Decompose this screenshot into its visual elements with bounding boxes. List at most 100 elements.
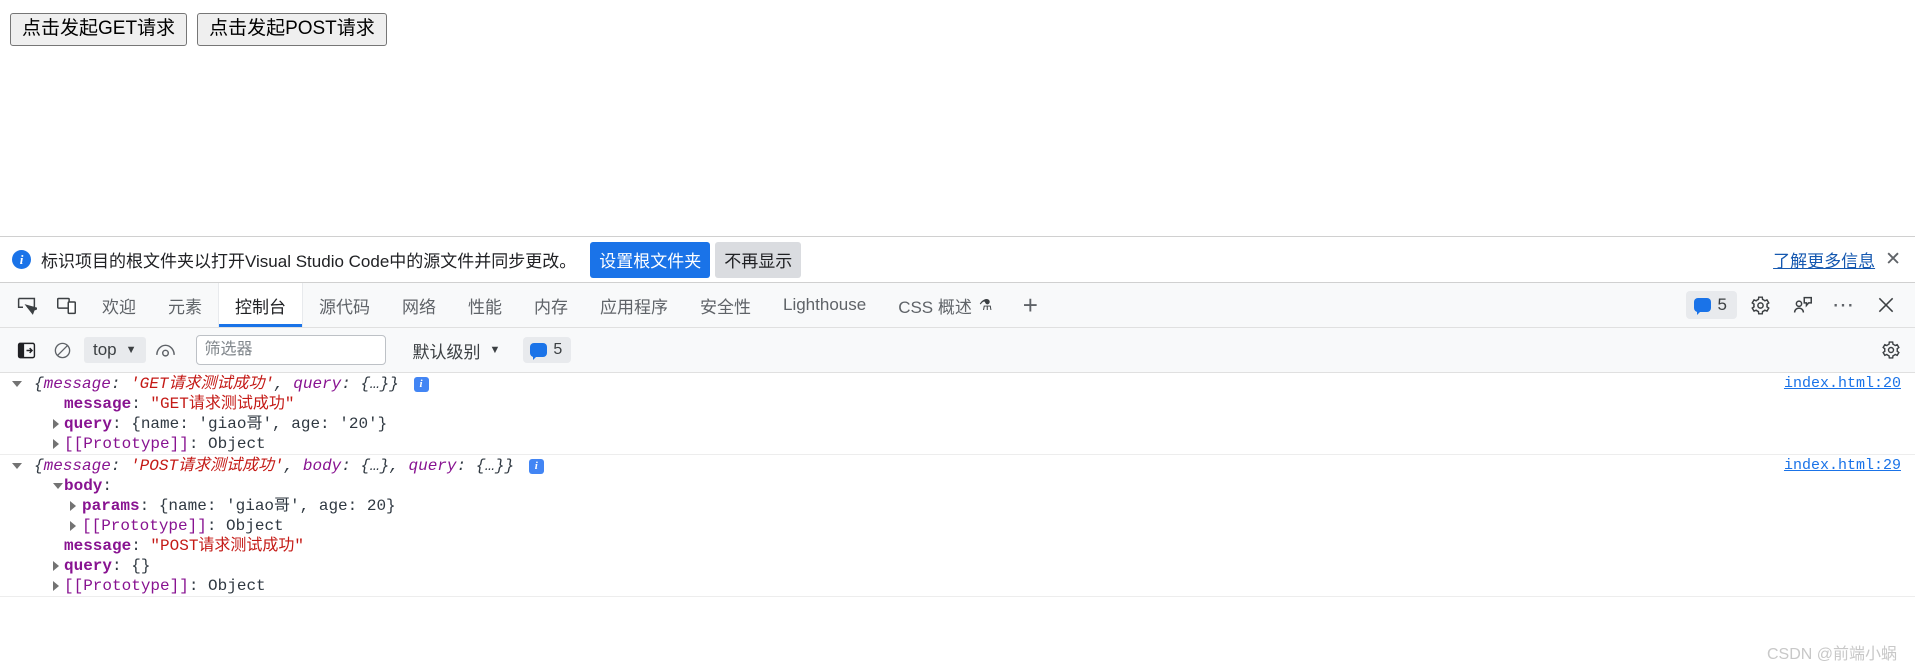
property-key: message <box>64 395 132 413</box>
property-value: Object <box>208 577 266 595</box>
more-options-icon[interactable]: ⋯ <box>1825 286 1863 324</box>
tab-application[interactable]: 应用程序 <box>584 283 684 327</box>
expand-arrow-icon[interactable] <box>53 581 59 591</box>
log-property-row[interactable]: query: {} <box>0 556 1915 576</box>
add-panel-icon[interactable]: + <box>1008 283 1052 327</box>
log-property-row: message: "GET请求测试成功" <box>64 395 295 413</box>
expand-arrow-icon[interactable] <box>70 521 76 531</box>
property-value: {name: 'giao哥', age: '20'} <box>131 415 388 433</box>
source-link[interactable]: index.html:29 <box>1784 456 1901 476</box>
obj-value: {…} <box>360 457 390 475</box>
console-log-group: {message: 'GET请求测试成功', query: {…}} i ind… <box>0 373 1915 455</box>
tab-lighthouse[interactable]: Lighthouse <box>767 283 882 327</box>
log-property-row[interactable]: [[Prototype]]: Object <box>0 516 1915 536</box>
expand-arrow-icon[interactable] <box>12 462 22 469</box>
inspect-element-icon[interactable] <box>6 283 46 327</box>
tab-performance[interactable]: 性能 <box>452 283 518 327</box>
post-request-button[interactable]: 点击发起POST请求 <box>197 13 387 46</box>
property-key: message <box>64 537 132 555</box>
filter-input[interactable] <box>195 335 386 365</box>
log-group-header[interactable]: {message: 'POST请求测试成功', body: {…}, query… <box>0 455 1915 476</box>
obj-open-brace: { <box>34 457 44 475</box>
devtools-tabbar: 欢迎 元素 控制台 源代码 网络 性能 内存 应用程序 安全性 Lighthou… <box>0 283 1915 328</box>
expand-arrow-icon[interactable] <box>12 380 22 387</box>
execution-context-value: top <box>93 340 117 359</box>
log-property-row[interactable]: query: {name: 'giao哥', age: '20'} <box>0 414 1915 434</box>
source-link[interactable]: index.html:20 <box>1784 374 1901 394</box>
property-value: Object <box>208 435 266 453</box>
message-count: 5 <box>1717 295 1727 314</box>
tab-label: 内存 <box>534 297 568 317</box>
tab-security[interactable]: 安全性 <box>684 283 767 327</box>
watermark: CSDN @前端小蜗 <box>1766 646 1897 663</box>
log-level-selector[interactable]: 默认级别 ▼ <box>408 335 506 366</box>
console-log-area[interactable]: {message: 'GET请求测试成功', query: {…}} i ind… <box>0 373 1915 672</box>
tab-css-overview[interactable]: CSS 概述 ⚗ <box>882 283 1008 327</box>
dont-show-again-button[interactable]: 不再显示 <box>715 241 802 278</box>
tab-welcome[interactable]: 欢迎 <box>86 283 152 327</box>
log-group-header[interactable]: {message: 'GET请求测试成功', query: {…}} i ind… <box>0 373 1915 394</box>
chevron-down-icon: ▼ <box>125 344 137 356</box>
info-badge-icon: i <box>413 377 429 392</box>
set-root-folder-button[interactable]: 设置根文件夹 <box>590 241 711 278</box>
obj-key: body <box>302 457 342 475</box>
tab-label: 控制台 <box>235 297 286 317</box>
tab-memory[interactable]: 内存 <box>518 283 584 327</box>
live-expression-icon[interactable] <box>150 335 182 365</box>
console-issues-badge[interactable]: 5 <box>523 337 572 363</box>
obj-close-brace: } <box>389 375 399 393</box>
tab-network[interactable]: 网络 <box>386 283 452 327</box>
property-key: query <box>64 557 113 575</box>
message-bubble-icon <box>1693 298 1711 315</box>
tab-label: CSS 概述 <box>898 297 972 317</box>
gear-icon[interactable] <box>1741 286 1779 324</box>
chevron-down-icon: ▼ <box>489 344 501 356</box>
expand-arrow-icon[interactable] <box>53 561 59 571</box>
expand-arrow-icon[interactable] <box>53 483 63 489</box>
device-toolbar-icon[interactable] <box>46 283 86 327</box>
property-value: {} <box>131 557 151 575</box>
property-value: Object <box>226 517 284 535</box>
tab-console[interactable]: 控制台 <box>218 283 303 327</box>
obj-key: query <box>293 375 342 393</box>
request-buttons-row: 点击发起GET请求 点击发起POST请求 <box>10 13 1905 46</box>
obj-value: {…} <box>475 457 505 475</box>
property-key: [[Prototype]] <box>64 435 189 453</box>
close-icon[interactable]: ✕ <box>1885 250 1901 269</box>
console-sidebar-icon[interactable] <box>10 335 42 365</box>
expand-arrow-icon[interactable] <box>53 439 59 449</box>
workspace-info-bar: i 标识项目的根文件夹以打开Visual Studio Code中的源文件并同步… <box>0 236 1915 283</box>
tab-elements[interactable]: 元素 <box>152 283 218 327</box>
info-bar-message: 标识项目的根文件夹以打开Visual Studio Code中的源文件并同步更改… <box>41 252 577 271</box>
tab-label: 网络 <box>402 297 436 317</box>
console-settings-icon[interactable] <box>1875 335 1907 365</box>
flask-icon: ⚗ <box>978 297 993 314</box>
log-property-row[interactable]: body: <box>0 476 1915 496</box>
obj-value: 'POST请求测试成功' <box>130 457 284 475</box>
info-badge-icon: i <box>528 459 544 474</box>
tab-label: 性能 <box>468 297 502 317</box>
log-property-row[interactable]: [[Prototype]]: Object <box>0 434 1915 454</box>
tab-sources[interactable]: 源代码 <box>303 283 386 327</box>
obj-value: 'GET请求测试成功' <box>130 375 275 393</box>
log-level-value: 默认级别 <box>412 342 481 362</box>
close-devtools-icon[interactable] <box>1867 286 1905 324</box>
expand-arrow-icon[interactable] <box>70 501 76 511</box>
log-property-row[interactable]: [[Prototype]]: Object <box>0 576 1915 596</box>
clear-console-icon[interactable] <box>46 335 78 365</box>
learn-more-link[interactable]: 了解更多信息 <box>1773 247 1875 272</box>
log-property-row: message: "POST请求测试成功" <box>64 537 305 555</box>
execution-context-selector[interactable]: top ▼ <box>84 337 146 363</box>
message-bubble-icon <box>530 343 548 360</box>
console-messages-badge[interactable]: 5 <box>1685 291 1737 319</box>
log-property-row[interactable]: params: {name: 'giao哥', age: 20} <box>0 496 1915 516</box>
feedback-person-icon[interactable] <box>1783 286 1821 324</box>
console-log-group: {message: 'POST请求测试成功', body: {…}, query… <box>0 455 1915 597</box>
obj-key: query <box>408 457 457 475</box>
tab-label: 应用程序 <box>600 297 668 317</box>
issues-count: 5 <box>553 341 563 358</box>
get-request-button[interactable]: 点击发起GET请求 <box>10 13 188 46</box>
expand-arrow-icon[interactable] <box>53 419 59 429</box>
tab-label: 元素 <box>168 297 202 317</box>
obj-close-brace: } <box>504 457 515 475</box>
